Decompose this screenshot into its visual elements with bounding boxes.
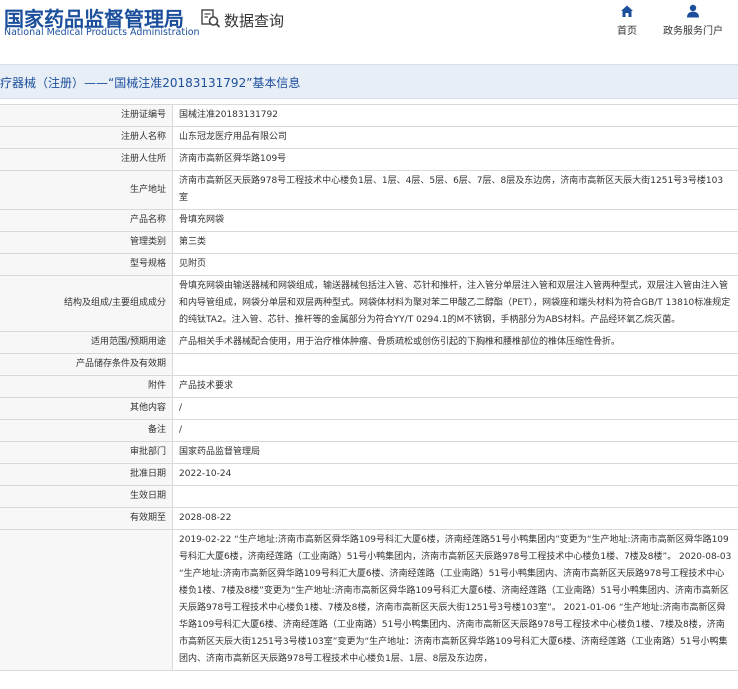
registration-info-table: 注册证编号 国械注准20183131792 注册人名称 山东冠龙医疗用品有限公司 注册人… [0,104,738,671]
table-row: 产品名称 骨填充网袋 [0,209,738,232]
field-label: 注册人名称 [0,126,173,149]
table-row: 结构及组成/主要组成成分 骨填充网袋由输送器械和网袋组成，输送器械包括注入管、芯针… [0,275,738,332]
field-value: 第三类 [172,231,738,254]
table-row: 2019-02-22 “生产地址:济南市高新区舜华路109号科汇大厦6楼，济南经… [0,529,738,671]
table-row: 其他内容 / [0,397,738,420]
field-value: 国家药品监督管理局 [172,441,738,464]
record-title: 疗器械（注册）——“国械注准20183131792”基本信息 [0,76,301,90]
data-query-icon [201,9,221,28]
field-label: 生效日期 [0,485,173,508]
field-label: 产品名称 [0,209,173,232]
table-row: 有效期至 2028-08-22 [0,507,738,530]
field-label: 型号规格 [0,253,173,276]
field-value: 济南市高新区天辰路978号工程技术中心楼负1层、1层、4层、5层、6层、7层、8… [172,170,738,210]
record-title-bar: 疗器械（注册）——“国械注准20183131792”基本信息 [0,64,738,99]
nav-gov-service-portal-label: 政务服务门户 [663,26,723,37]
nav-gov-service-portal[interactable]: 政务服务门户 [658,4,728,37]
table-row: 备注 / [0,419,738,442]
table-row: 适用范围/预期用途 产品相关手术器械配合使用，用于治疗椎体肿瘤、骨质疏松或创伤引起… [0,331,738,354]
site-header: 国家药品监督管理局 National Medical Products Admi… [0,0,738,56]
table-row: 审批部门 国家药品监督管理局 [0,441,738,464]
field-label: 备注 [0,419,173,442]
field-label: 附件 [0,375,173,398]
field-label [0,529,173,671]
field-value: 骨填充网袋 [172,209,738,232]
field-label: 批准日期 [0,463,173,486]
field-label: 其他内容 [0,397,173,420]
nav-home[interactable]: 首页 [592,4,662,37]
table-row: 管理类别 第三类 [0,231,738,254]
table-row: 注册人名称 山东冠龙医疗用品有限公司 [0,126,738,149]
field-value: 山东冠龙医疗用品有限公司 [172,126,738,149]
field-value: 2019-02-22 “生产地址:济南市高新区舜华路109号科汇大厦6楼，济南经… [172,529,738,671]
section-title: 数据查询 [224,12,285,30]
field-label: 注册证编号 [0,104,173,127]
field-label: 生产地址 [0,170,173,210]
field-value: 见附页 [172,253,738,276]
field-label: 适用范围/预期用途 [0,331,173,354]
table-row: 型号规格 见附页 [0,253,738,276]
field-label: 产品储存条件及有效期 [0,353,173,376]
nav-home-label: 首页 [617,26,637,37]
table-row: 生效日期 [0,485,738,508]
field-label: 管理类别 [0,231,173,254]
field-value: 国械注准20183131792 [172,104,738,127]
field-value: 产品相关手术器械配合使用，用于治疗椎体肿瘤、骨质疏松或创伤引起的下胸椎和腰椎部位… [172,331,738,354]
table-row: 批准日期 2022-10-24 [0,463,738,486]
home-icon [621,5,633,17]
table-row: 附件 产品技术要求 [0,375,738,398]
field-value: 济南市高新区舜华路109号 [172,148,738,171]
field-value [172,485,738,508]
field-value: 骨填充网袋由输送器械和网袋组成，输送器械包括注入管、芯针和推杆，注入管分单层注入… [172,275,738,332]
table-row: 注册人住所 济南市高新区舜华路109号 [0,148,738,171]
table-row: 产品储存条件及有效期 [0,353,738,376]
user-icon [687,4,699,18]
field-value: 2028-08-22 [172,507,738,530]
field-value: / [172,397,738,420]
field-label: 结构及组成/主要组成成分 [0,275,173,332]
field-value [172,353,738,376]
field-value: / [172,419,738,442]
table-row: 生产地址 济南市高新区天辰路978号工程技术中心楼负1层、1层、4层、5层、6层、… [0,170,738,210]
field-value: 产品技术要求 [172,375,738,398]
field-value: 2022-10-24 [172,463,738,486]
field-label: 注册人住所 [0,148,173,171]
table-row: 注册证编号 国械注准20183131792 [0,104,738,127]
field-label: 审批部门 [0,441,173,464]
field-label: 有效期至 [0,507,173,530]
site-logo-subtitle: National Medical Products Administration [4,27,200,38]
